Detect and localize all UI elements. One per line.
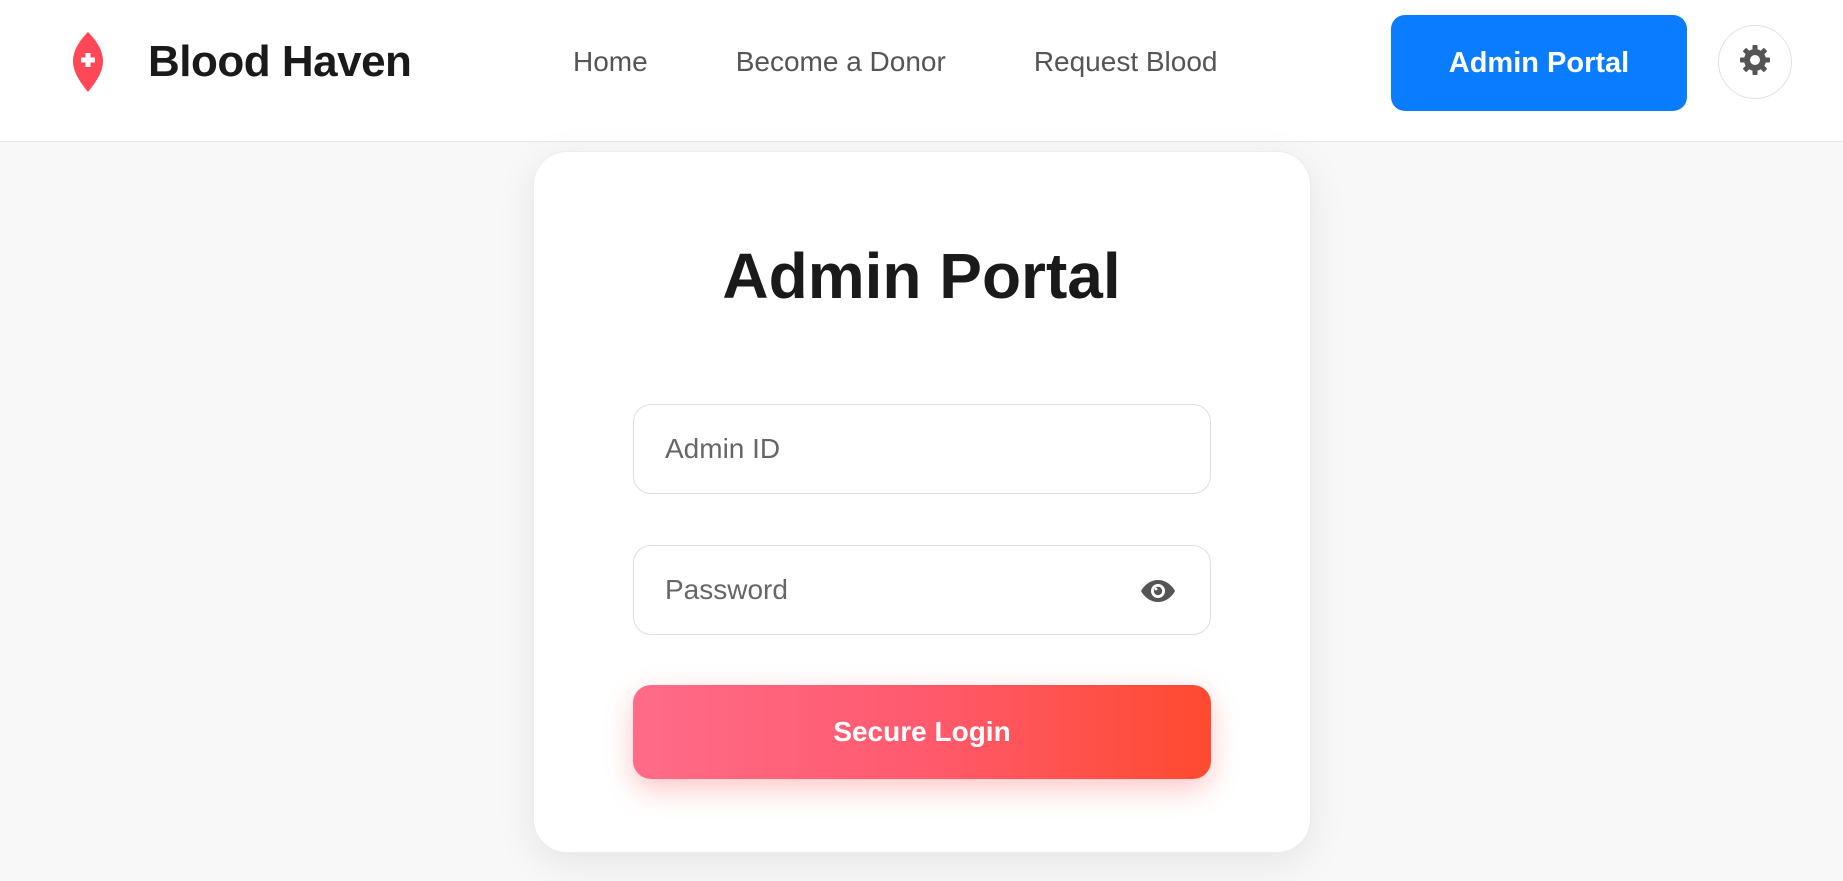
- main-nav: Home Become a Donor Request Blood: [573, 42, 1218, 82]
- admin-id-field[interactable]: [633, 404, 1211, 494]
- nav-link-become-donor[interactable]: Become a Donor: [736, 42, 946, 82]
- admin-id-input[interactable]: [634, 419, 1145, 479]
- gear-icon: [1738, 43, 1772, 82]
- nav-link-home[interactable]: Home: [573, 42, 648, 82]
- blood-drop-plus-icon: [70, 30, 106, 94]
- nav-link-request-blood[interactable]: Request Blood: [1034, 42, 1218, 82]
- brand[interactable]: Blood Haven: [70, 30, 412, 94]
- navbar: Blood Haven Home Become a Donor Request …: [0, 0, 1843, 142]
- brand-name: Blood Haven: [148, 37, 412, 86]
- admin-portal-button[interactable]: Admin Portal: [1391, 15, 1687, 111]
- password-input[interactable]: [634, 560, 1145, 620]
- page-title: Admin Portal: [722, 240, 1121, 312]
- password-field[interactable]: [633, 545, 1211, 635]
- eye-icon[interactable]: [1140, 574, 1176, 608]
- secure-login-button[interactable]: Secure Login: [633, 685, 1211, 779]
- theme-toggle-button[interactable]: [1718, 25, 1792, 99]
